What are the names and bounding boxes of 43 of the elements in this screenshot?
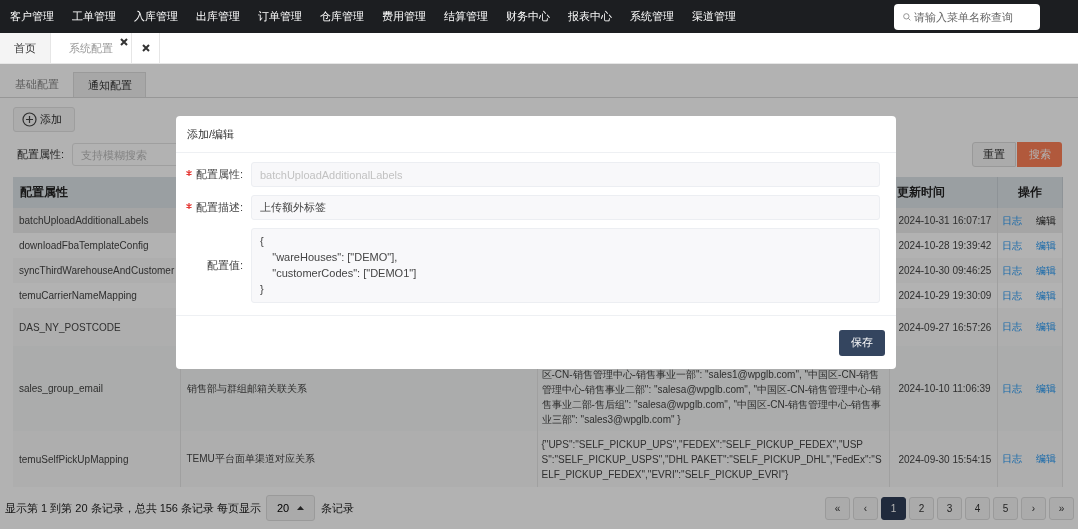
page-tab[interactable]: 首页 (0, 33, 51, 63)
close-icon (120, 38, 128, 46)
nav-menu-item[interactable]: 财务中心 (506, 9, 568, 24)
edit-link[interactable]: 编辑 (1035, 214, 1056, 226)
nav-menu-item[interactable]: 结算管理 (444, 9, 506, 24)
nav-menu-item[interactable]: 报表中心 (568, 9, 630, 24)
page-button[interactable]: 1 (881, 496, 906, 520)
text-area[interactable]: { "wareHouses": ["DEMO"], "customerCodes": ["DEMO1"] } (251, 228, 880, 303)
nav-menu-item[interactable]: 订单管理 (258, 9, 320, 24)
config-tab[interactable]: 通知配置 (73, 72, 146, 98)
save-button[interactable]: 保存 (839, 329, 885, 356)
search-icon (903, 10, 911, 23)
caret-up-icon (297, 506, 305, 511)
nav-menu-item[interactable]: 仓库管理 (320, 9, 382, 24)
pagination-summary: 显示第 1 到第 20 条记录，总共 156 条记录 每页显示 (5, 500, 262, 516)
field-label: 配置值: (206, 258, 243, 273)
nav-menu-item[interactable]: 系统管理 (630, 9, 692, 24)
page-size-dropdown[interactable]: 20 (266, 495, 316, 522)
pagination-suffix: 条记录 (321, 500, 355, 516)
nav-menu-item[interactable]: 渠道管理 (692, 9, 754, 24)
nav-menu-item[interactable]: 客户管理 (10, 9, 72, 24)
field-label: 配置属性: (195, 167, 243, 182)
page-button[interactable]: 5 (993, 496, 1018, 520)
dialog-title: 添加/编辑 (176, 116, 896, 153)
page-button[interactable]: 3 (937, 496, 962, 520)
page-button[interactable]: ‹ (853, 496, 878, 520)
nav-menu-item[interactable]: 工单管理 (72, 9, 134, 24)
nav-menu-item[interactable]: 入库管理 (134, 9, 196, 24)
filter-label: 配置属性: (17, 147, 65, 163)
page-button[interactable]: » (1049, 496, 1074, 520)
add-button[interactable]: 添加 (13, 107, 75, 133)
page-button[interactable]: › (1021, 496, 1046, 520)
nav-menu-item[interactable]: 费用管理 (382, 9, 444, 24)
page-button[interactable]: 4 (965, 496, 990, 520)
close-icon (141, 44, 150, 52)
page-button[interactable]: « (825, 496, 850, 520)
page-button[interactable]: 2 (909, 496, 934, 520)
column-header: 操作 (997, 177, 1062, 209)
nav-menu-item[interactable]: 出库管理 (196, 9, 258, 24)
menu-search-box[interactable]: 请输入菜单名称查询 (894, 3, 1040, 30)
plus-circle-icon (22, 112, 37, 128)
reset-button[interactable]: 重置 (972, 142, 1016, 168)
input-field[interactable]: 上传额外标签 (251, 195, 880, 220)
